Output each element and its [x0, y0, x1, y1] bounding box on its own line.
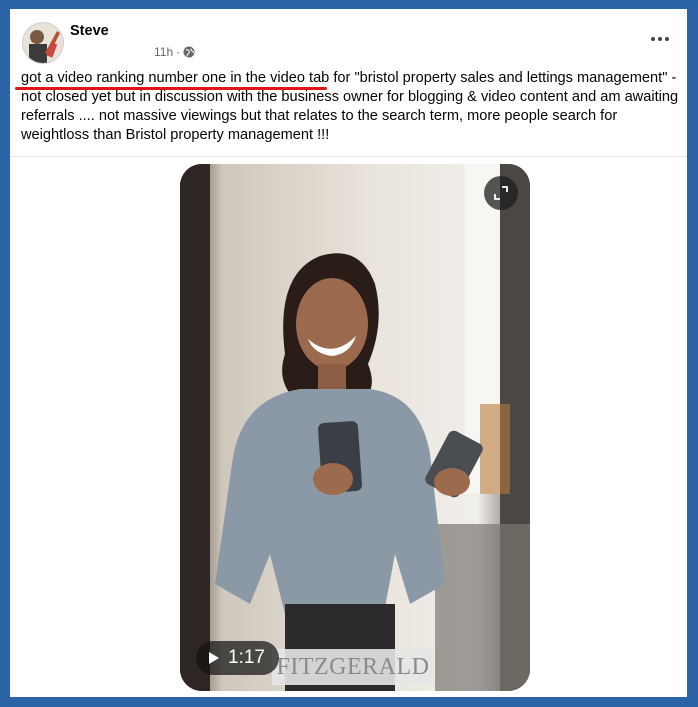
more-options-icon[interactable] — [646, 29, 674, 49]
divider — [10, 156, 687, 157]
play-icon — [209, 652, 219, 664]
post-body: got a video ranking number one in the vi… — [21, 69, 681, 145]
avatar[interactable] — [22, 22, 64, 64]
expand-icon[interactable] — [484, 176, 518, 210]
globe-icon[interactable] — [183, 46, 195, 58]
post-time[interactable]: 11h — [154, 45, 173, 59]
highlight-underline — [15, 87, 327, 90]
video-player[interactable]: FITZGERALD 1:17 — [180, 164, 530, 691]
author-name[interactable]: Steve — [70, 23, 109, 39]
post-text-highlighted: got a video ranking number one in the vi… — [21, 70, 330, 86]
video-thumbnail — [180, 164, 530, 691]
video-duration: 1:17 — [228, 647, 265, 668]
post-meta: 11h · — [154, 45, 195, 59]
watermark-logo: FITZGERALD — [272, 649, 434, 685]
meta-separator: · — [176, 45, 181, 59]
post-header: Steve 11h · — [10, 9, 687, 69]
post-card: Steve 11h · got a video ranking number o… — [10, 9, 687, 697]
avatar-image — [23, 23, 63, 63]
play-button[interactable]: 1:17 — [196, 641, 279, 675]
